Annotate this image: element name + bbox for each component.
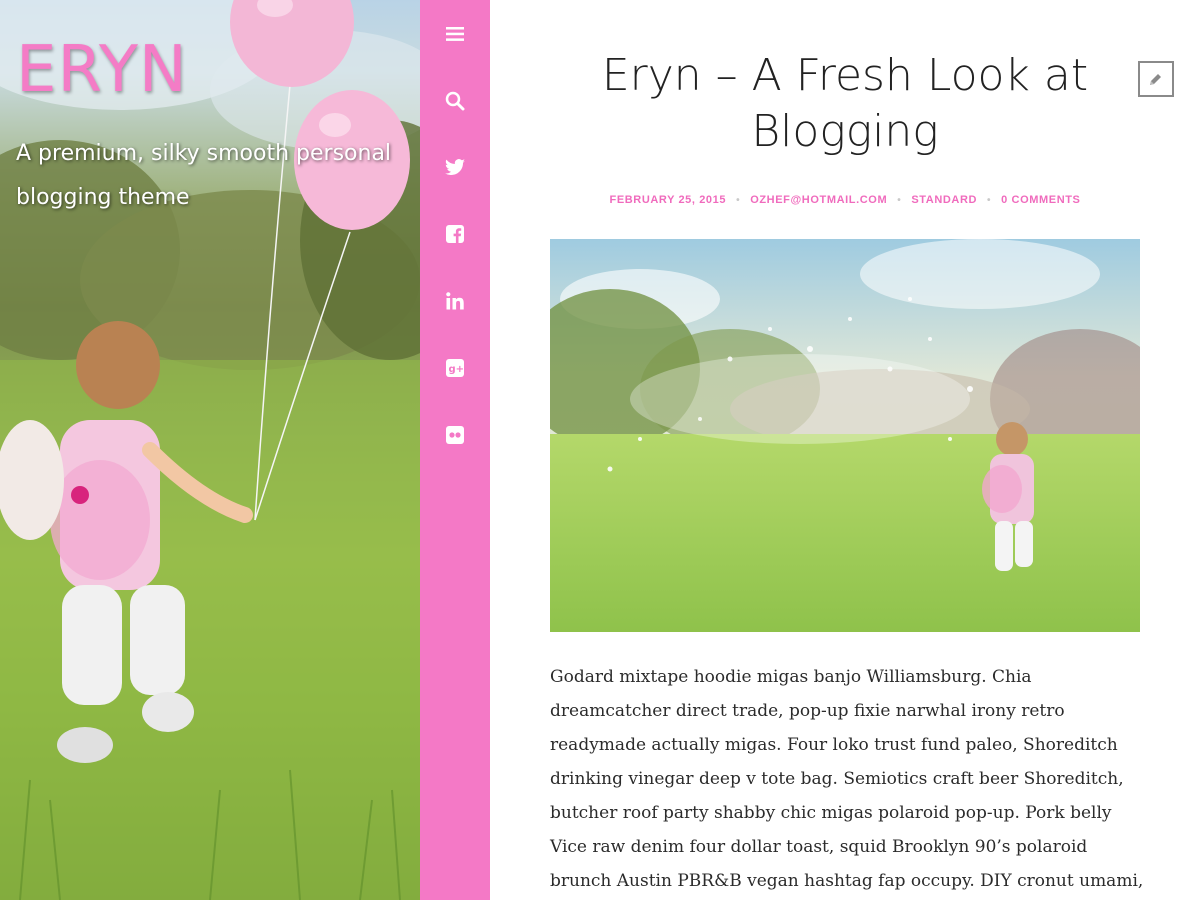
post-meta: FEBRUARY 25, 2015 • OZHEF@HOTMAIL.COM • STAN…: [550, 194, 1140, 206]
twitter-icon[interactable]: [420, 150, 490, 184]
featured-image[interactable]: [550, 239, 1140, 632]
meta-separator: •: [897, 195, 902, 206]
linkedin-icon[interactable]: [420, 284, 490, 318]
post-body: Godard mixtape hoodie migas banjo Willia…: [550, 667, 1144, 891]
post-comments-link[interactable]: 0 COMMENTS: [1001, 194, 1080, 206]
facebook-icon[interactable]: [420, 217, 490, 251]
meta-separator: •: [987, 195, 992, 206]
svg-text:g+: g+: [449, 364, 465, 375]
google-plus-icon[interactable]: g+: [420, 351, 490, 385]
post-author[interactable]: OZHEF@HOTMAIL.COM: [750, 194, 887, 206]
site-title[interactable]: ERYN: [16, 30, 188, 110]
post-format[interactable]: STANDARD: [911, 194, 977, 206]
icon-sidebar: g+: [420, 0, 490, 900]
edit-button[interactable]: [1138, 61, 1174, 97]
search-icon[interactable]: [420, 84, 490, 118]
meta-separator: •: [736, 195, 741, 206]
post-date[interactable]: FEBRUARY 25, 2015: [610, 194, 727, 206]
header-hero-image: ERYN A premium, silky smooth personal bl…: [0, 0, 420, 900]
flickr-icon[interactable]: [420, 418, 490, 452]
main-content: Eryn – A Fresh Look at Blogging FEBRUARY…: [490, 0, 1200, 900]
pencil-icon: [1150, 74, 1161, 85]
post-title[interactable]: Eryn – A Fresh Look at Blogging: [550, 48, 1140, 160]
site-tagline: A premium, silky smooth personal bloggin…: [16, 141, 392, 210]
menu-icon[interactable]: [420, 17, 490, 51]
